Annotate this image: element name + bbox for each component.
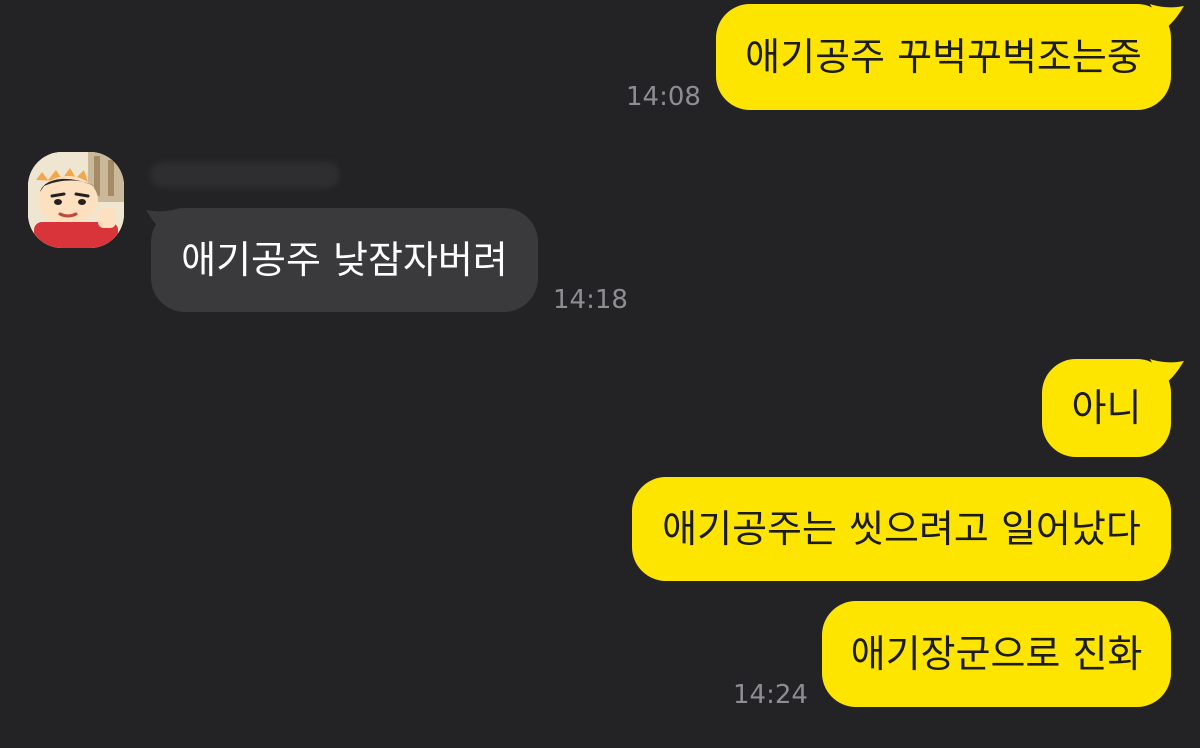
message-timestamp: 14:08 — [626, 82, 701, 112]
message-text: 애기장군으로 진화 — [850, 632, 1143, 676]
contact-avatar[interactable] — [28, 152, 124, 248]
message-text: 아니 — [1071, 386, 1142, 430]
message-bubble-outgoing[interactable]: 애기공주 꾸벅꾸벅조는중 — [716, 4, 1171, 110]
message-timestamp: 14:24 — [733, 680, 808, 710]
message-bubble-incoming[interactable]: 애기공주 낮잠자버려 — [151, 208, 538, 312]
message-bubble-outgoing[interactable]: 애기공주는 씻으려고 일어났다 — [632, 477, 1171, 581]
message-text: 애기공주 꾸벅꾸벅조는중 — [745, 35, 1142, 79]
cartoon-boy-avatar-icon — [28, 152, 124, 248]
message-bubble-outgoing[interactable]: 아니 — [1042, 359, 1171, 457]
message-timestamp: 14:18 — [553, 285, 628, 315]
message-bubble-outgoing[interactable]: 애기장군으로 진화 — [822, 601, 1171, 707]
message-text: 애기공주는 씻으려고 일어났다 — [662, 507, 1141, 551]
contact-name-blurred — [150, 162, 340, 188]
message-text: 애기공주 낮잠자버려 — [181, 238, 508, 282]
